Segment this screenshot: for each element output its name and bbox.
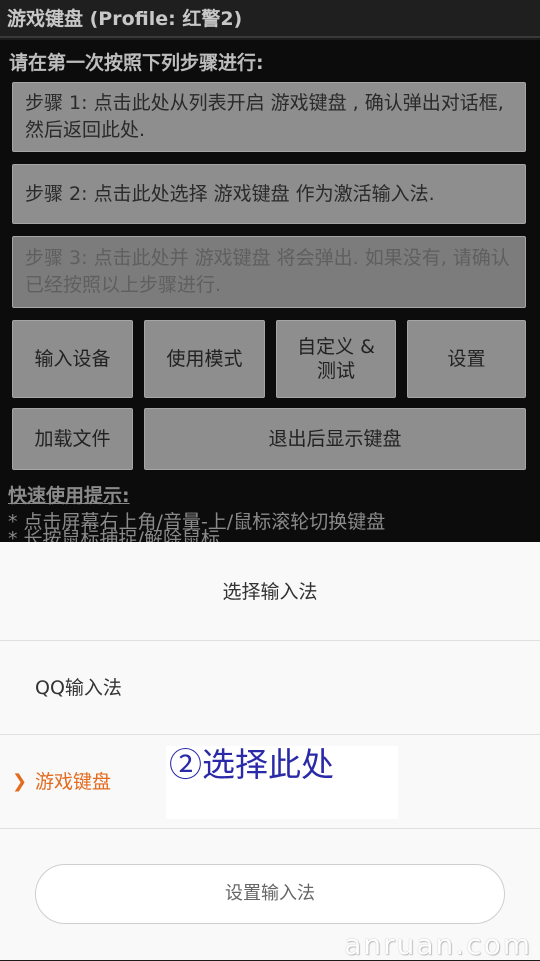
load-file-button[interactable]: 加载文件 [12, 408, 133, 470]
step-2-label: 步骤 2: 点击此处选择 游戏键盘 作为激活输入法. [25, 182, 435, 205]
show-keyboard-on-exit-label: 退出后显示键盘 [268, 428, 402, 450]
quick-tips-title: 快速使用提示: [8, 485, 130, 507]
tutorial-annotation: ②选择此处 [166, 746, 398, 819]
custom-test-label: 自定义 & 测试 [297, 336, 375, 382]
step-3-label: 步骤 3: 点击此处并 游戏键盘 将会弹出. 如果没有, 请确认已经按照以上步骤… [25, 247, 510, 296]
input-device-label: 输入设备 [34, 348, 111, 370]
chevron-right-icon: ❯ [12, 771, 28, 792]
show-keyboard-on-exit-button[interactable]: 退出后显示键盘 [144, 408, 526, 470]
watermark: anruan.com [344, 928, 532, 961]
use-mode-label: 使用模式 [166, 348, 243, 370]
step-1-button[interactable]: 步骤 1: 点击此处从列表开启 游戏键盘 , 确认弹出对话框, 然后返回此处. [12, 82, 526, 152]
input-device-button[interactable]: 输入设备 [12, 320, 133, 398]
input-method-picker-sheet: 选择输入法 QQ输入法 ❯ 游戏键盘 ②选择此处 设置输入法 anruan.co… [0, 542, 540, 961]
step-3-button[interactable]: 步骤 3: 点击此处并 游戏键盘 将会弹出. 如果没有, 请确认已经按照以上步骤… [12, 236, 526, 308]
load-file-label: 加载文件 [34, 428, 111, 450]
divider [0, 828, 540, 829]
use-mode-button[interactable]: 使用模式 [144, 320, 265, 398]
option-qq-input[interactable]: QQ输入法 [0, 642, 540, 734]
tip-line-2-text: * 长按鼠标捕捉/解除鼠标 [8, 529, 220, 542]
settings-label: 设置 [447, 348, 486, 370]
step-2-button[interactable]: 步骤 2: 点击此处选择 游戏键盘 作为激活输入法. [12, 164, 526, 224]
option-qq-input-label: QQ输入法 [35, 677, 122, 699]
tip-line-2: * 长按鼠标捕捉/解除鼠标 [8, 529, 220, 542]
app-title: 游戏键盘 (Profile: 红警2) [0, 0, 540, 38]
setup-input-method-button[interactable]: 设置输入法 [35, 864, 505, 924]
custom-test-button[interactable]: 自定义 & 测试 [276, 320, 396, 398]
step-1-label: 步骤 1: 点击此处从列表开启 游戏键盘 , 确认弹出对话框, 然后返回此处. [25, 92, 504, 141]
sheet-title: 选择输入法 [222, 581, 318, 603]
instructions-heading: 请在第一次按照下列步骤进行: [9, 52, 264, 74]
divider [0, 640, 540, 641]
settings-button[interactable]: 设置 [407, 320, 526, 398]
option-game-keyboard-label: 游戏键盘 [35, 771, 112, 793]
divider [0, 734, 540, 735]
